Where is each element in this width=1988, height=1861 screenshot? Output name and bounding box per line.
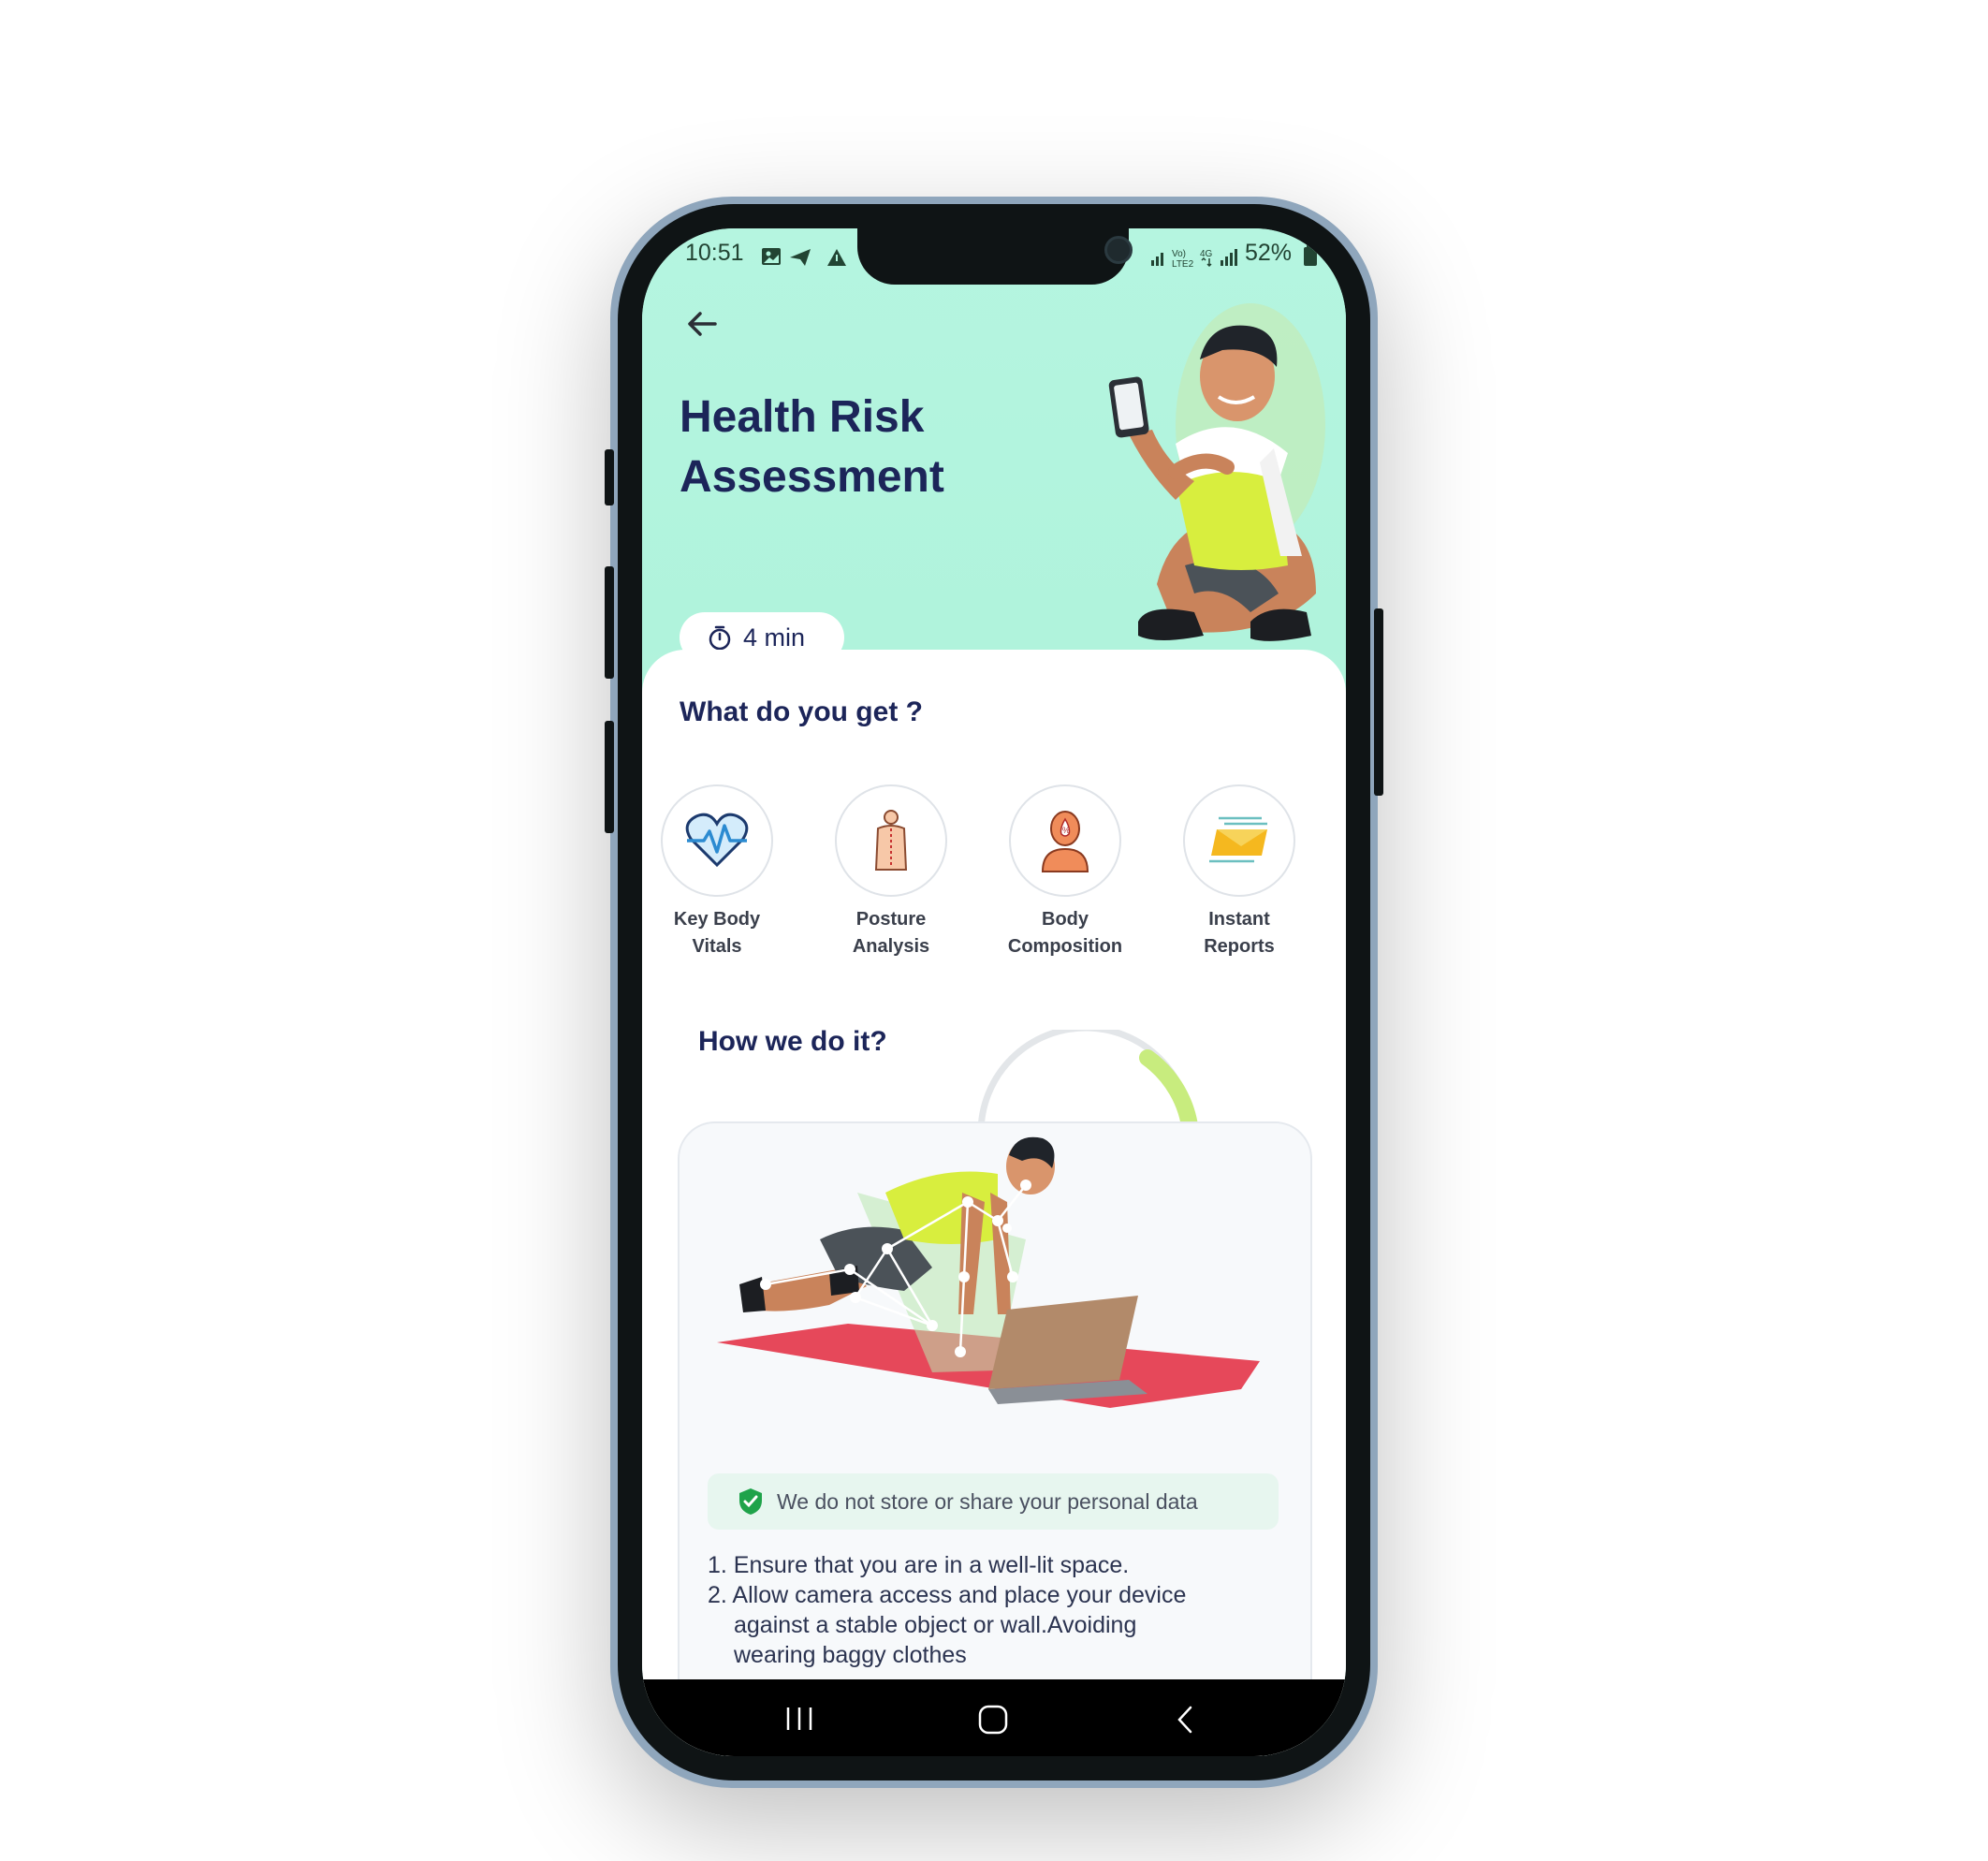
feature-label-line1: Instant (1208, 909, 1270, 930)
feature-label-line1: Body (1042, 909, 1089, 930)
home-icon[interactable] (977, 1704, 1009, 1736)
feature-label-line2: Vitals (692, 936, 742, 957)
svg-text:LTE2: LTE2 (1172, 259, 1194, 270)
front-camera (1104, 236, 1133, 264)
page-title: Health Risk Assessment (680, 392, 944, 502)
report-icon (1209, 816, 1267, 863)
hero-person-image (1108, 303, 1325, 641)
heart-pulse-icon (685, 813, 749, 868)
svg-text:4G: 4G (1200, 249, 1213, 259)
feature-label-line1: Posture (855, 909, 927, 930)
shield-check-icon (739, 1488, 762, 1515)
feature-posture-analysis[interactable]: Posture Analysis (805, 784, 977, 960)
pose-tracking-illustration (717, 1136, 1260, 1408)
phone-frame: 10:51 Vo) LTE2 4G 52% Health Risk Assess… (605, 197, 1383, 1788)
feature-icon-circle (835, 784, 947, 897)
instruction-step-continued: wearing baggy clothes (734, 1642, 967, 1668)
feature-instant-reports[interactable]: Instant Reports (1153, 784, 1325, 960)
instruction-step: 2. Allow camera access and place your de… (708, 1582, 1187, 1608)
notification-icons (762, 248, 846, 266)
feature-label-line2: Analysis (852, 936, 930, 957)
app-screen: 10:51 Vo) LTE2 4G 52% Health Risk Assess… (642, 228, 1346, 1756)
instruction-step: 1. Ensure that you are in a well-lit spa… (708, 1552, 1130, 1578)
feature-label-line1: Key Body (673, 909, 761, 930)
feature-key-body-vitals[interactable]: Key Body Vitals (642, 784, 803, 960)
volume-up-button (605, 566, 614, 679)
feature-body-composition[interactable]: % Body Composition (979, 784, 1151, 960)
svg-text:%: % (1062, 826, 1070, 835)
status-time: 10:51 (685, 240, 744, 266)
stopwatch-icon (709, 625, 731, 651)
spine-icon (874, 810, 908, 871)
volume-down-button (605, 721, 614, 833)
instructions-list: 1. Ensure that you are in a well-lit spa… (708, 1550, 1288, 1670)
system-back-icon[interactable] (1174, 1704, 1196, 1736)
battery-percent: 52% (1245, 240, 1293, 266)
what-section-title: What do you get ? (680, 696, 923, 727)
back-arrow-icon[interactable] (683, 305, 721, 343)
system-nav-bar (642, 1679, 1346, 1756)
how-section-title: How we do it? (698, 1026, 887, 1057)
instruction-step-continued: against a stable object or wall.Avoiding (734, 1612, 1137, 1638)
feature-label-line2: Composition (1007, 936, 1123, 957)
privacy-text: We do not store or share your personal d… (777, 1488, 1198, 1514)
feature-icon-circle (1183, 784, 1295, 897)
privacy-notice: We do not store or share your personal d… (708, 1473, 1279, 1530)
feature-icon-circle: % (1009, 784, 1121, 897)
signal-icons: Vo) LTE2 4G (1151, 249, 1237, 270)
camera-notch (857, 228, 1133, 285)
battery-icon (1304, 244, 1317, 266)
svg-text:Vo): Vo) (1172, 249, 1186, 259)
feature-label-line2: Reports (1204, 936, 1275, 957)
recent-apps-icon[interactable] (782, 1706, 816, 1732)
body-composition-icon: % (1041, 811, 1089, 872)
power-button (1374, 608, 1383, 796)
feature-icon-circle (661, 784, 773, 897)
mute-switch (605, 449, 614, 506)
duration-text: 4 min (743, 623, 806, 652)
